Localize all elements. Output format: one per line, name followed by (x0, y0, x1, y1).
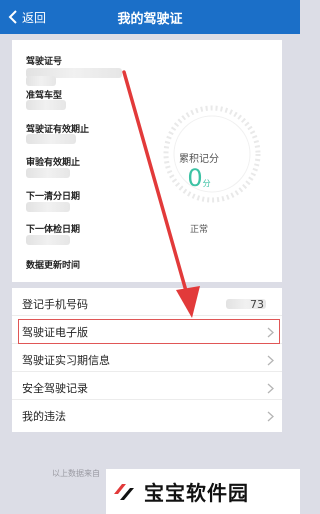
status-badge: 正常 (189, 225, 208, 235)
top-bar: 返回 我的驾驶证 (0, 0, 300, 34)
score-unit: 分 (202, 179, 211, 188)
blurred-value (26, 235, 70, 245)
field-review-expiry: 审验有效期止 (26, 158, 81, 168)
phone-row[interactable]: 登记手机号码 73 (12, 292, 282, 316)
menu-item-label: 我的违法 (22, 410, 66, 423)
phone-suffix: 73 (250, 298, 264, 311)
chevron-right-icon (267, 355, 274, 366)
score-value: 0分 (187, 164, 211, 192)
field-license-number: 驾驶证号 (26, 57, 63, 67)
blurred-value (26, 134, 76, 144)
field-next-clear-date: 下一清分日期 (26, 192, 81, 202)
menu-item-label: 驾驶证实习期信息 (22, 353, 110, 367)
watermark: 宝宝软件园 (106, 469, 300, 514)
menu-item-label: 安全驾驶记录 (22, 381, 88, 395)
menu-item-probation-info[interactable]: 驾驶证实习期信息 (12, 348, 282, 372)
watermark-logo-icon (114, 483, 134, 500)
footer-note: 以上数据来自 (52, 469, 100, 478)
blurred-value (26, 100, 66, 110)
chevron-right-icon (267, 411, 274, 422)
watermark-text: 宝宝软件园 (144, 481, 249, 505)
score-title: 累积记分 (179, 154, 219, 165)
menu-item-violations[interactable]: 我的违法 (12, 404, 282, 428)
menu-list: 登记手机号码 73 驾驶证电子版 驾驶证实习期信息 安全驾驶记录 我的违法 (12, 288, 282, 432)
field-next-exam-date: 下一体检日期 (26, 225, 81, 235)
blurred-value (26, 76, 56, 86)
page-title: 我的驾驶证 (117, 12, 183, 27)
phone-label: 登记手机号码 (22, 297, 88, 311)
blurred-value (26, 168, 70, 178)
highlight-box (18, 319, 280, 344)
blurred-value (26, 202, 70, 212)
menu-item-safe-driving[interactable]: 安全驾驶记录 (12, 376, 282, 400)
field-data-update-time: 数据更新时间 (26, 261, 81, 271)
license-info-card: 驾驶证号 准驾车型 驾驶证有效期止 审验有效期止 下一清分日期 下一体检日期 数… (12, 40, 282, 282)
chevron-right-icon (267, 383, 274, 394)
